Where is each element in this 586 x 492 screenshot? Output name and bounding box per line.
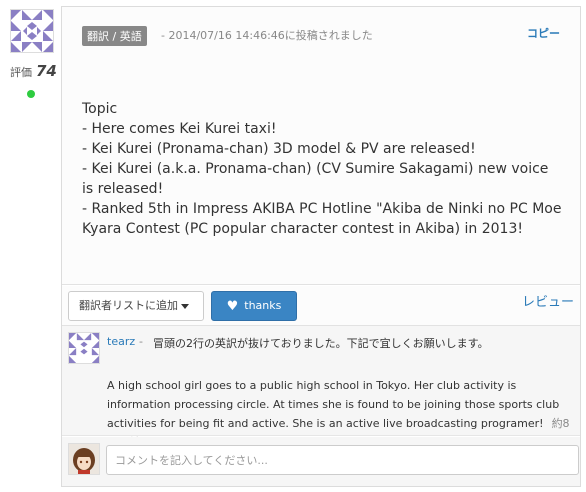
commenter-name[interactable]: tearz (107, 335, 135, 348)
comment-item: tearz - 冒頭の2行の英訳が抜けておりました。下記で宜しくお願いします。 … (62, 326, 580, 449)
posted-timestamp: - 2014/07/16 14:46:46に投稿されました (161, 29, 373, 42)
author-column: 評価 74 (0, 0, 60, 492)
language-tag: 翻訳 / 英語 (82, 26, 147, 46)
identicon-icon (69, 333, 99, 363)
review-link[interactable]: レビュー (522, 291, 574, 310)
text-line: - Here comes Kei Kurei taxi! (82, 121, 277, 137)
add-translator-dropdown[interactable]: 翻訳者リストに追加 (68, 291, 204, 321)
rating-value: 74 (36, 62, 57, 80)
add-translator-label: 翻訳者リストに追加 (79, 299, 178, 312)
online-status-dot (27, 90, 35, 98)
copy-link[interactable]: コピー (527, 25, 560, 41)
heart-icon: ♥ (226, 299, 239, 314)
thanks-label: thanks (244, 299, 282, 312)
separator: - (139, 335, 143, 348)
translation-body: 翻訳 / 英語 - 2014/07/16 14:46:46に投稿されました コピ… (62, 7, 580, 285)
user-avatar-icon (69, 444, 99, 474)
action-toolbar: 翻訳者リストに追加 ♥ thanks レビュー (62, 286, 580, 326)
rating: 評価 74 (10, 62, 57, 80)
text-line: - Kei Kurei (Pronama-chan) 3D model & PV… (82, 141, 476, 157)
text-line: - Kei Kurei (a.k.a. Pronama-chan) (CV Su… (82, 161, 549, 197)
commenter-avatar[interactable] (68, 332, 100, 364)
identicon-icon (11, 10, 53, 52)
translation-text: Topic - Here comes Kei Kurei taxi! - Kei… (82, 99, 562, 239)
reply-row (62, 437, 580, 486)
caret-down-icon (181, 303, 189, 309)
comment-input[interactable] (106, 445, 579, 475)
comment-body-text: A high school girl goes to a public high… (107, 379, 560, 430)
author-avatar[interactable] (10, 9, 54, 53)
text-line: Topic (82, 101, 118, 117)
current-user-avatar (68, 443, 100, 475)
translation-card: 翻訳 / 英語 - 2014/07/16 14:46:46に投稿されました コピ… (61, 6, 581, 487)
comment-text: 冒頭の2行の英訳が抜けておりました。下記で宜しくお願いします。 (153, 337, 489, 350)
text-line: - Ranked 5th in Impress AKIBA PC Hotline… (82, 201, 562, 237)
rating-label: 評価 (10, 66, 32, 79)
thanks-button[interactable]: ♥ thanks (211, 291, 297, 321)
